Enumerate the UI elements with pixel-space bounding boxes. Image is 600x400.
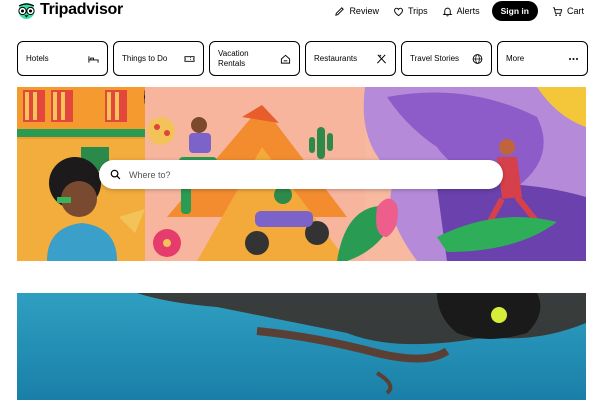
review-label: Review bbox=[349, 6, 379, 16]
bed-icon bbox=[88, 55, 99, 63]
tab-label: Things to Do bbox=[122, 53, 168, 63]
tab-travel-stories[interactable]: Travel Stories bbox=[401, 41, 492, 76]
heart-icon bbox=[394, 7, 403, 16]
search-input[interactable] bbox=[129, 169, 489, 180]
tab-vacation-rentals[interactable]: Vacation Rentals bbox=[209, 41, 300, 76]
tab-label: Hotels bbox=[26, 53, 49, 63]
trips-link[interactable]: Trips bbox=[393, 6, 428, 17]
featured-underwater-photo bbox=[17, 293, 586, 400]
bell-icon bbox=[442, 7, 453, 16]
tab-restaurants[interactable]: Restaurants bbox=[305, 41, 396, 76]
cart-label: Cart bbox=[566, 6, 584, 16]
tab-hotels[interactable]: Hotels bbox=[17, 41, 108, 76]
tab-label: Vacation Rentals bbox=[218, 48, 249, 68]
top-header: Tripadvisor Review Trips Alerts Sign in … bbox=[0, 0, 600, 22]
trips-label: Trips bbox=[407, 6, 428, 16]
category-tabs: Hotels Things to Do Vacation Rentals Res… bbox=[17, 41, 588, 76]
tab-label: More bbox=[506, 53, 525, 63]
header-nav: Review Trips Alerts Sign in Cart bbox=[320, 0, 584, 22]
brand-name: Tripadvisor bbox=[40, 1, 123, 18]
cart-icon bbox=[552, 6, 563, 16]
search-bar[interactable] bbox=[99, 160, 503, 189]
owl-logo-icon bbox=[16, 1, 37, 19]
sign-in-button[interactable]: Sign in bbox=[491, 1, 538, 21]
alerts-link[interactable]: Alerts bbox=[442, 6, 480, 17]
tripadvisor-logo[interactable]: Tripadvisor bbox=[16, 1, 123, 19]
house-icon bbox=[280, 54, 291, 64]
pencil-icon bbox=[335, 6, 345, 16]
tab-things-to-do[interactable]: Things to Do bbox=[113, 41, 204, 76]
alerts-label: Alerts bbox=[456, 6, 480, 16]
more-dots-icon bbox=[569, 57, 578, 60]
tab-label: Travel Stories bbox=[410, 53, 460, 63]
review-link[interactable]: Review bbox=[334, 6, 379, 17]
search-icon bbox=[110, 169, 121, 180]
cart-link[interactable]: Cart bbox=[552, 6, 584, 17]
swimmer-photo bbox=[17, 293, 586, 400]
globe-icon bbox=[472, 53, 483, 64]
tab-label: Restaurants bbox=[314, 53, 358, 63]
ticket-icon bbox=[184, 55, 195, 62]
tab-more[interactable]: More bbox=[497, 41, 588, 76]
fork-knife-icon bbox=[377, 54, 386, 63]
